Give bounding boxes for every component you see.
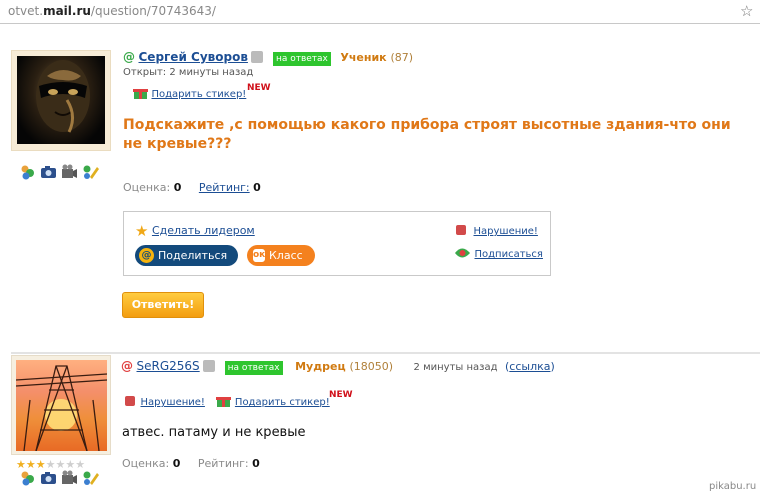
- subscribe-link[interactable]: Подписаться: [475, 249, 543, 260]
- question-author-name[interactable]: Сергей Суворов: [139, 50, 248, 64]
- rating-value: 0: [252, 457, 260, 470]
- gift-icon: [216, 397, 232, 407]
- video-icon[interactable]: [61, 164, 78, 180]
- make-leader[interactable]: ★ Сделать лидером: [135, 222, 255, 240]
- answer-time: 2 минуты назад: [413, 362, 498, 373]
- question-user-icons: [19, 164, 99, 180]
- url-text[interactable]: otvet.mail.ru/question/70743643/: [8, 4, 216, 18]
- dropdown-arrow-icon[interactable]: [203, 360, 216, 372]
- mail-at-icon: @: [121, 359, 133, 373]
- answer-author-name[interactable]: SeRG256S: [137, 359, 200, 373]
- subscribe[interactable]: Подписаться: [454, 246, 543, 260]
- gift-sticker-link[interactable]: Подарить стикер!: [152, 89, 247, 100]
- answer-button[interactable]: Ответить!: [122, 292, 204, 318]
- avatar-image: [16, 360, 107, 451]
- author-rank: Мудрец (18050): [295, 360, 393, 373]
- share-button[interactable]: @ Поделиться: [135, 245, 238, 266]
- rating-label: Рейтинг:: [197, 457, 249, 470]
- class-button[interactable]: ок Класс: [247, 245, 315, 266]
- question-rating-line: Оценка: 0 Рейтинг: 0: [123, 181, 261, 194]
- mail-at-icon: @: [123, 50, 135, 64]
- answer-author-line: @ SeRG256S на ответах Мудрец (18050) 2 м…: [121, 359, 555, 375]
- score-value: 0: [173, 181, 182, 194]
- rating-value: 0: [253, 181, 261, 194]
- url-path: /question/70743643/: [90, 4, 216, 18]
- video-icon[interactable]: [61, 470, 78, 486]
- answer-permalink[interactable]: ссылка: [509, 360, 550, 373]
- share-label: Поделиться: [158, 249, 228, 262]
- make-leader-link[interactable]: Сделать лидером: [152, 224, 255, 237]
- rank-label: Ученик: [340, 51, 387, 64]
- score-label: Оценка:: [122, 457, 170, 470]
- rank-label: Мудрец: [295, 360, 346, 373]
- answer-link-wrapper: (ссылка): [505, 360, 555, 373]
- gift-icon: [133, 89, 148, 99]
- odnoklassniki-icon: ок: [253, 249, 266, 262]
- opened-time: Открыт: 2 минуты назад: [123, 67, 254, 78]
- violation-link[interactable]: Нарушение!: [141, 397, 205, 408]
- subscribe-icon: [455, 248, 470, 258]
- url-host: mail.ru: [43, 4, 91, 18]
- answer-avatar[interactable]: [11, 355, 111, 455]
- question-actions-box: ★ Сделать лидером @ Поделиться ок Класс …: [123, 211, 551, 276]
- answer-actions-line: Нарушение! Подарить стикер!: [125, 394, 330, 408]
- blog-pencil-icon[interactable]: [82, 470, 99, 486]
- status-badge: на ответах: [224, 361, 283, 375]
- class-label: Класс: [269, 249, 303, 262]
- people-icon[interactable]: [19, 470, 36, 486]
- new-badge: NEW: [329, 390, 353, 400]
- question-avatar[interactable]: [11, 50, 111, 151]
- question-title: Подскажите ,с помощью какого прибора стр…: [123, 117, 731, 152]
- divider: [11, 352, 760, 354]
- camera-icon[interactable]: [40, 470, 57, 486]
- rating-link[interactable]: Рейтинг:: [199, 181, 250, 194]
- question-author-line: @ Сергей Суворов на ответах Ученик (87): [123, 50, 413, 66]
- violation[interactable]: Нарушение!: [456, 224, 538, 237]
- rank-score: (18050): [349, 360, 394, 373]
- warning-icon: [125, 396, 135, 406]
- status-badge: на ответах: [272, 52, 331, 66]
- answer-text: атвес. патаму и не кревые: [122, 425, 306, 440]
- watermark: pikabu.ru: [706, 480, 760, 493]
- address-bar[interactable]: otvet.mail.ru/question/70743643/ ☆: [0, 0, 760, 24]
- star-icon[interactable]: ☆: [740, 2, 753, 20]
- new-badge: NEW: [247, 83, 271, 93]
- violation-link[interactable]: Нарушение!: [474, 226, 538, 237]
- star-leader-icon: ★: [135, 222, 149, 240]
- warning-icon: [456, 225, 466, 235]
- camera-icon[interactable]: [40, 164, 57, 180]
- url-prefix: otvet.: [8, 4, 44, 18]
- share-at-icon: @: [139, 248, 154, 263]
- paren-close: ): [550, 360, 555, 373]
- avatar-image: [17, 56, 105, 144]
- blog-pencil-icon[interactable]: [82, 164, 99, 180]
- dropdown-arrow-icon[interactable]: [251, 51, 264, 63]
- question-gift-line: Подарить стикер!: [133, 86, 246, 100]
- answer-user-icons: [19, 470, 99, 486]
- score-label: Оценка:: [123, 181, 171, 194]
- rank-score: (87): [390, 51, 414, 64]
- author-rank: Ученик (87): [340, 51, 413, 64]
- score-value: 0: [172, 457, 181, 470]
- answer-rating-line: Оценка: 0 Рейтинг: 0: [122, 457, 260, 470]
- gift-sticker-link[interactable]: Подарить стикер!: [235, 397, 330, 408]
- people-icon[interactable]: [19, 164, 36, 180]
